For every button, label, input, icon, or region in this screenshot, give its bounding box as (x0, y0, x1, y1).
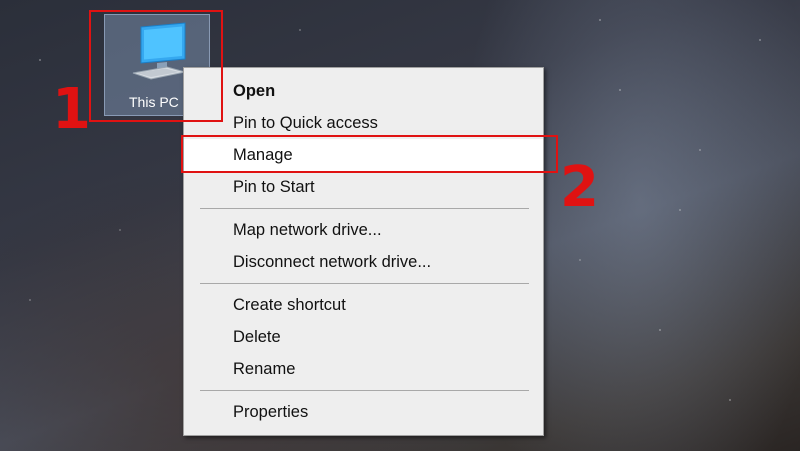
menu-item-rename[interactable]: Rename (184, 353, 543, 385)
menu-separator (200, 390, 529, 391)
highlight-box-step-2 (181, 135, 558, 173)
menu-item-pin-to-start[interactable]: Pin to Start (184, 171, 543, 203)
menu-item-open[interactable]: Open (184, 75, 543, 107)
menu-item-map-network-drive[interactable]: Map network drive... (184, 214, 543, 246)
step-number-2: 2 (560, 155, 599, 220)
context-menu: Open Pin to Quick access Manage Pin to S… (183, 67, 544, 436)
menu-separator (200, 208, 529, 209)
highlight-box-step-1 (89, 10, 223, 122)
menu-item-create-shortcut[interactable]: Create shortcut (184, 289, 543, 321)
menu-item-delete[interactable]: Delete (184, 321, 543, 353)
menu-separator (200, 283, 529, 284)
menu-item-properties[interactable]: Properties (184, 396, 543, 428)
menu-item-disconnect-network-drive[interactable]: Disconnect network drive... (184, 246, 543, 278)
step-number-1: 1 (52, 77, 91, 142)
